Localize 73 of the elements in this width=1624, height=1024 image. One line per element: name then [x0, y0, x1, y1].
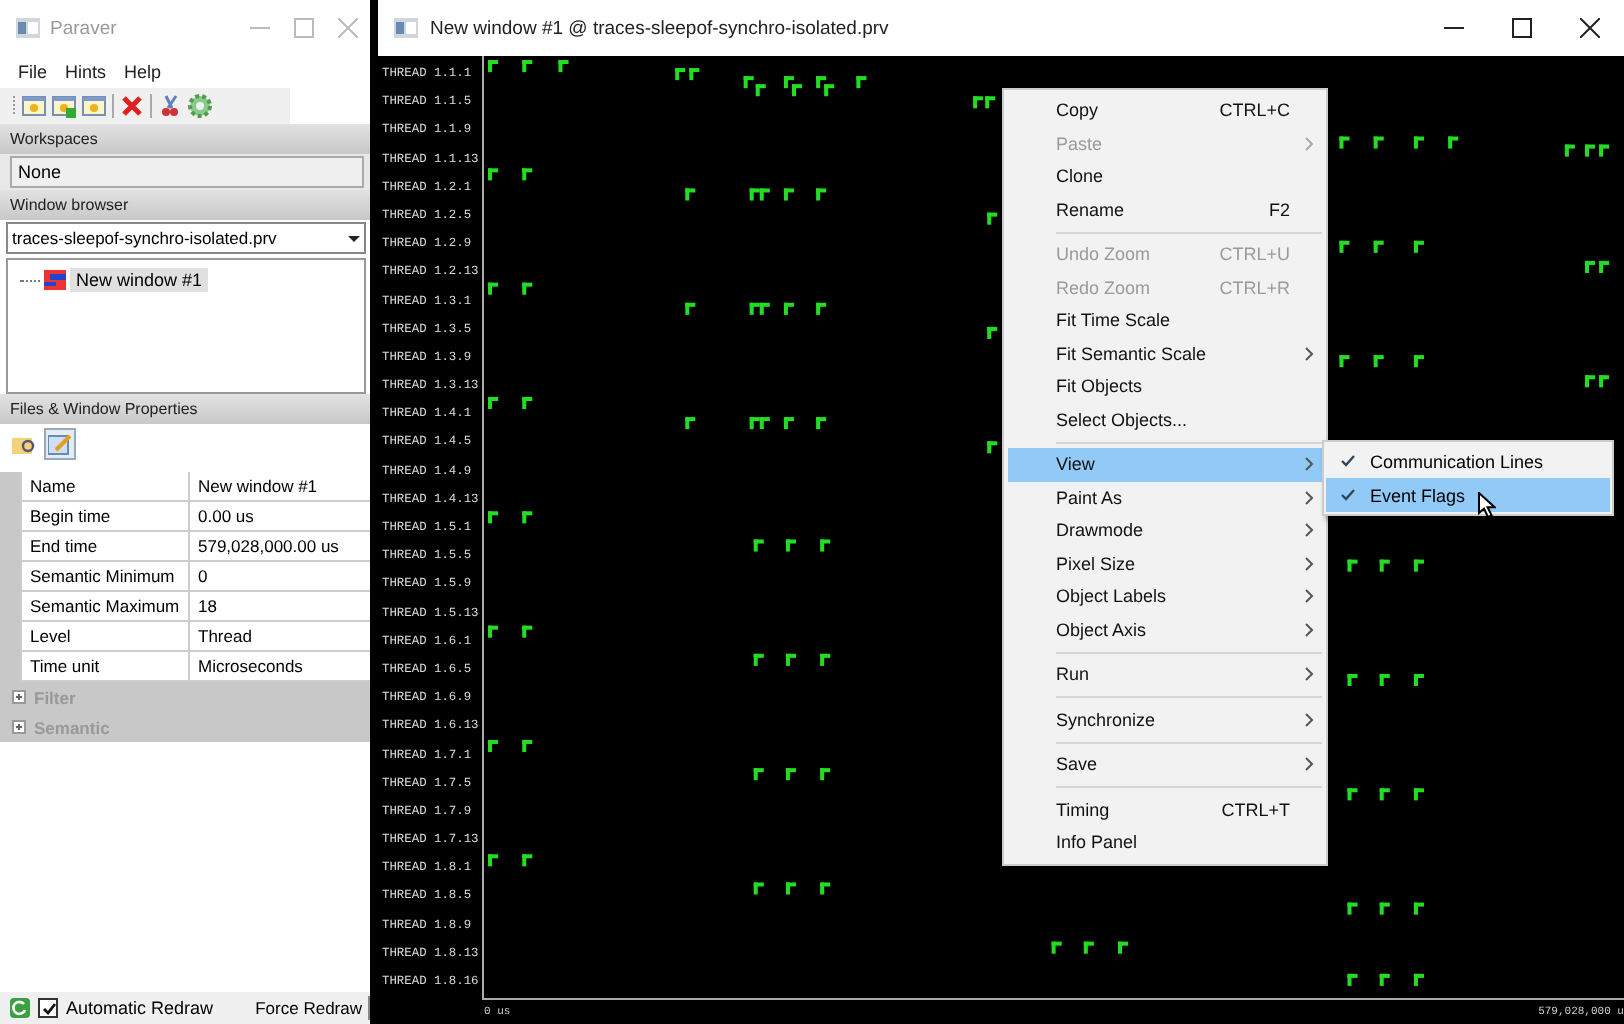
chevron-icon	[1303, 135, 1313, 152]
mouse-pointer-icon	[1478, 492, 1496, 518]
property-name: End time	[20, 532, 188, 562]
window-icon[interactable]	[82, 94, 106, 118]
menu-item[interactable]: Info Panel	[1008, 826, 1322, 859]
menu-item[interactable]: Object Labels	[1008, 580, 1322, 613]
app-icon	[394, 18, 418, 38]
expand-icon[interactable]	[12, 720, 26, 734]
menu-item[interactable]: Copy CTRL+C	[1008, 94, 1322, 127]
window-title: New window #1 @ traces-sleepof-synchro-isolated.prv	[430, 17, 891, 39]
tree-item[interactable]: New window #1	[70, 268, 209, 292]
section-header: Files & Window Properties	[0, 394, 370, 424]
menu-item[interactable]: Run	[1008, 658, 1322, 691]
menu-item[interactable]: Help	[124, 62, 162, 82]
expand-icon[interactable]	[12, 690, 26, 704]
property-name: Name	[20, 472, 188, 502]
property-value[interactable]: 0	[188, 562, 370, 592]
property-name: Begin time	[20, 502, 188, 532]
delete-icon[interactable]	[120, 94, 144, 118]
refresh-icon[interactable]	[10, 998, 30, 1018]
menu-item[interactable]: Event Flags	[1326, 478, 1610, 512]
menu-item[interactable]: Timing CTRL+T	[1008, 793, 1322, 826]
chevron-icon	[1303, 345, 1313, 362]
menu-item[interactable]: Drawmode	[1008, 514, 1322, 547]
app-icon	[16, 18, 40, 38]
menu-item[interactable]: Save	[1008, 748, 1322, 781]
trace-dropdown[interactable]: traces-sleepof-synchro-isolated.prv	[6, 222, 366, 254]
section-header: Workspaces	[0, 124, 370, 154]
workspace-field[interactable]: None	[10, 156, 364, 188]
chevron-icon	[1303, 711, 1313, 728]
close-icon[interactable]	[1580, 18, 1600, 38]
maximize-icon[interactable]	[1512, 18, 1532, 38]
menu-item[interactable]: Rename F2	[1008, 193, 1322, 226]
property-value[interactable]: Thread	[188, 622, 370, 652]
section-header: Window browser	[0, 190, 370, 220]
property-name: Semantic Minimum	[20, 562, 188, 592]
properties-tab[interactable]	[44, 428, 76, 460]
property-value[interactable]: New window #1	[188, 472, 370, 502]
menu-item[interactable]: Fit Semantic Scale	[1008, 337, 1322, 370]
menu-item[interactable]: Fit Objects	[1008, 370, 1322, 403]
property-name: Semantic Maximum	[20, 592, 188, 622]
menu-item[interactable]: File	[18, 62, 48, 82]
gear-icon[interactable]	[188, 94, 212, 118]
shortcut-text: CTRL+C	[1219, 100, 1292, 121]
property-value[interactable]: 0.00 us	[188, 502, 370, 532]
menu-item[interactable]: Clone	[1008, 160, 1322, 193]
property-value[interactable]: 18	[188, 592, 370, 622]
shortcut-text: CTRL+T	[1221, 799, 1292, 820]
menu-item[interactable]: Communication Lines	[1326, 444, 1610, 478]
shortcut-text: F2	[1268, 199, 1292, 220]
chevron-icon	[1303, 666, 1313, 683]
new-window-icon[interactable]	[22, 94, 46, 118]
shortcut-text: CTRL+U	[1219, 244, 1292, 265]
property-name: Level	[20, 622, 188, 652]
check-icon	[1340, 454, 1356, 468]
checkbox-label: Automatic Redraw	[66, 998, 216, 1018]
property-value[interactable]: 579,028,000.00 us	[188, 532, 370, 562]
menu-item[interactable]: Fit Time Scale	[1008, 304, 1322, 337]
window-title: Paraver	[50, 17, 119, 39]
timeline-icon	[44, 270, 66, 290]
menu-item[interactable]: View	[1008, 448, 1322, 481]
menu-item[interactable]: Object Axis	[1008, 613, 1322, 646]
checkbox[interactable]	[38, 998, 58, 1018]
menu-item[interactable]: Paint As	[1008, 481, 1322, 514]
menu-item[interactable]: Pixel Size	[1008, 547, 1322, 580]
menu-item[interactable]: Synchronize	[1008, 703, 1322, 736]
cut-icon[interactable]	[158, 94, 182, 118]
new-window-icon[interactable]	[52, 94, 76, 118]
menu-item[interactable]: Select Objects...	[1008, 403, 1322, 436]
shortcut-text: CTRL+R	[1219, 277, 1292, 298]
check-icon	[1340, 488, 1356, 502]
menu-item[interactable]: Hints	[65, 62, 107, 82]
chevron-icon	[1303, 756, 1313, 773]
